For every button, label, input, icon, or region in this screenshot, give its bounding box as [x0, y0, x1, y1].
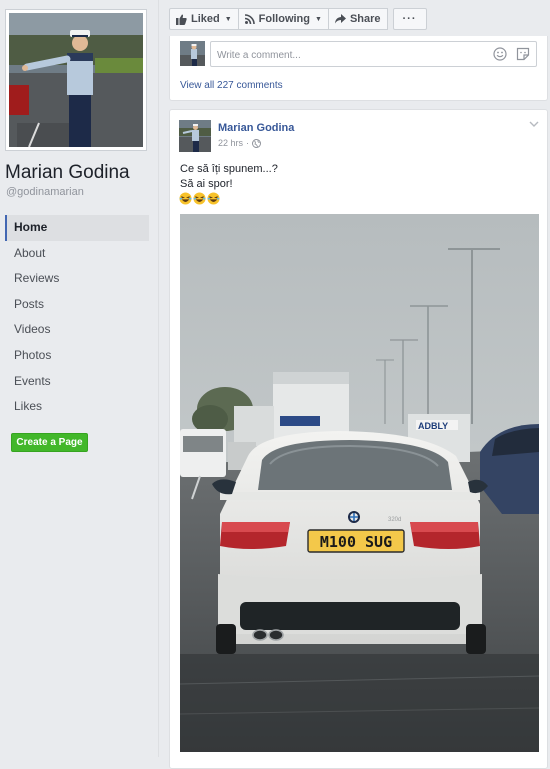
profile-photo-image [9, 13, 143, 147]
nav-item-photos[interactable]: Photos [5, 343, 149, 369]
thumbs-up-icon [176, 14, 187, 25]
license-plate-text: M100 SUG [320, 533, 392, 551]
caret-down-icon: ▼ [315, 15, 322, 23]
page-name[interactable]: Marian Godina [5, 162, 130, 184]
page-action-bar: Liked ▼ Following ▼ Share ··· [169, 8, 427, 30]
page-nav: Home About Reviews Posts Videos Photos E… [5, 215, 149, 420]
post-author[interactable]: Marian Godina [218, 122, 294, 134]
previous-post-footer: View all 227 comments [169, 36, 548, 101]
sticker-icon[interactable] [516, 47, 530, 61]
svg-text:320d: 320d [388, 517, 401, 523]
commenter-avatar [180, 41, 205, 66]
nav-item-reviews[interactable]: Reviews [5, 266, 149, 292]
nav-item-likes[interactable]: Likes [5, 394, 149, 420]
left-sidebar: Marian Godina @godinamarian Home About R… [0, 0, 158, 757]
create-page-button[interactable]: Create a Page [11, 433, 88, 452]
view-all-comments-link[interactable]: View all 227 comments [180, 80, 283, 91]
author-avatar[interactable] [179, 120, 211, 152]
column-divider [158, 0, 159, 757]
laughing-emoji-icon [207, 192, 220, 205]
emoji-picker-icon[interactable] [493, 47, 507, 61]
caret-down-icon: ▼ [224, 15, 232, 23]
nav-item-home[interactable]: Home [5, 215, 149, 241]
nav-item-posts[interactable]: Posts [5, 292, 149, 318]
post-emojis [179, 192, 220, 205]
nav-item-events[interactable]: Events [5, 369, 149, 395]
page-handle: @godinamarian [6, 186, 84, 198]
nav-item-videos[interactable]: Videos [5, 317, 149, 343]
truck-sign-text: ADBLY [418, 421, 448, 431]
following-label: Following [258, 13, 310, 25]
liked-label: Liked [191, 13, 220, 25]
globe-icon[interactable] [252, 138, 262, 148]
post-meta: 22 hrs · [218, 138, 262, 148]
following-button[interactable]: Following ▼ [237, 8, 329, 30]
liked-button[interactable]: Liked ▼ [169, 8, 239, 30]
share-label: Share [349, 13, 381, 25]
comment-input[interactable] [215, 45, 479, 65]
rss-feed-icon [244, 14, 255, 24]
more-options-button[interactable]: ··· [392, 8, 427, 30]
post-text: Ce să îți spunem...? Să ai spor! [180, 162, 278, 192]
separator-dot: · [246, 138, 250, 148]
profile-picture[interactable] [5, 9, 147, 151]
post-timestamp[interactable]: 22 hrs [218, 138, 243, 148]
share-button[interactable]: Share [327, 8, 388, 30]
post-photo[interactable]: ADBLY 320d M100 SUG [180, 214, 539, 752]
chevron-down-icon[interactable] [529, 120, 539, 128]
comment-box [210, 41, 537, 67]
post-card: Marian Godina 22 hrs · Ce să îți spunem.… [169, 109, 548, 769]
share-arrow-icon [334, 14, 346, 24]
laughing-emoji-icon [193, 192, 206, 205]
post-text-line-2: Să ai spor! [180, 178, 233, 190]
laughing-emoji-icon [179, 192, 192, 205]
nav-item-about[interactable]: About [5, 241, 149, 267]
post-text-line-1: Ce să îți spunem...? [180, 163, 278, 175]
